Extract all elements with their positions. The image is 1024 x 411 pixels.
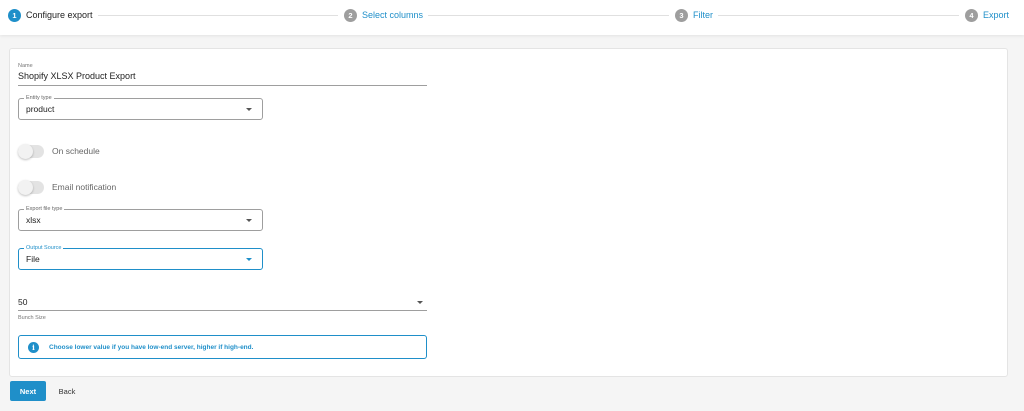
bunch-size-info-alert: i Choose lower value if you have low-end… [18,335,427,359]
step-number-3: 3 [675,8,688,22]
step-configure-export[interactable]: 1 Configure export [8,8,93,22]
step-export[interactable]: 4 Export [965,8,1009,22]
email-notification-toggle[interactable] [18,179,44,195]
bunch-size-helper-text: Bunch Size [18,315,46,321]
export-file-type-select[interactable]: Export file type xlsx [18,206,263,231]
step-label-filter: Filter [693,10,713,20]
step-label-export: Export [983,10,1010,20]
on-schedule-label: On schedule [52,146,100,156]
entity-type-select[interactable]: Entity type product [18,95,263,120]
name-input-underline [18,85,427,86]
email-notification-label: Email notification [52,182,117,192]
output-source-value: File [26,254,40,264]
chevron-down-icon [417,301,423,304]
step-filter[interactable]: 3 Filter [675,8,713,22]
step-number-2: 2 [344,8,357,22]
info-icon: i [28,341,39,353]
toggle-knob [18,143,33,159]
name-field-label: Name [18,63,33,69]
entity-type-label: Entity type [24,95,54,102]
entity-type-value: product [26,104,55,114]
step-connector [98,15,338,16]
step-connector [428,15,669,16]
step-number-1: 1 [8,8,21,22]
back-button[interactable]: Back [52,381,82,401]
output-source-label: Output Source [24,245,64,252]
step-select-columns[interactable]: 2 Select columns [344,8,423,22]
export-file-type-value: xlsx [26,215,41,225]
export-stepper: 1 Configure export 2 Select columns 3 Fi… [0,0,1024,35]
step-label-select-columns: Select columns [362,10,424,20]
export-file-type-label: Export file type [24,206,65,213]
name-input-value: Shopify XLSX Product Export [18,71,136,81]
chevron-down-icon [246,258,252,261]
on-schedule-toggle[interactable] [18,143,44,159]
output-source-select[interactable]: Output Source File [18,245,263,270]
configure-export-panel: Name Shopify XLSX Product Export Entity … [9,48,1008,377]
email-notification-toggle-row: Email notification [18,179,116,195]
bunch-size-underline [18,310,427,311]
step-label-configure-export: Configure export [26,10,93,20]
on-schedule-toggle-row: On schedule [18,143,100,159]
toggle-knob [18,179,33,195]
chevron-down-icon [246,219,252,222]
step-number-4: 4 [965,8,978,22]
chevron-down-icon [246,108,252,111]
next-button[interactable]: Next [10,381,46,401]
info-alert-text: Choose lower value if you have low-end s… [49,343,254,351]
step-connector [718,15,959,16]
bunch-size-value: 50 [18,297,28,307]
